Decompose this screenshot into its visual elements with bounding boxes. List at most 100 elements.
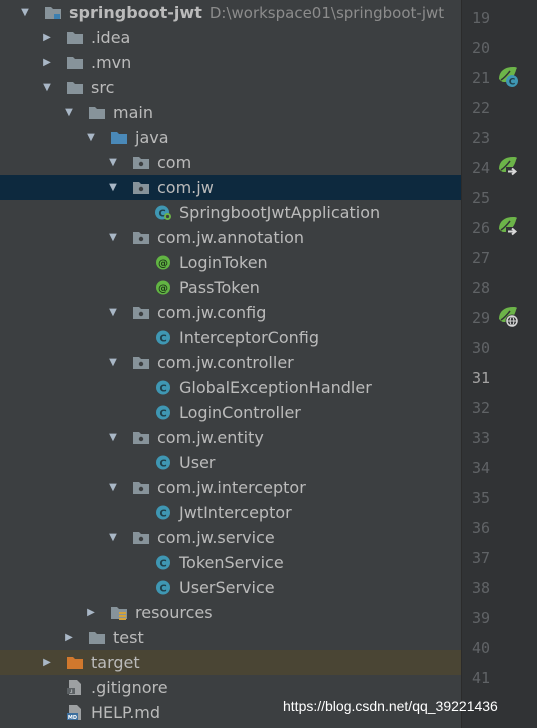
chevron-down-icon[interactable]: ▼ xyxy=(106,525,120,550)
tree-node[interactable]: ▶ .idea xyxy=(0,25,461,50)
tree-node[interactable]: @ PassToken xyxy=(0,275,461,300)
project-path: D:\workspace01\springboot-jwt xyxy=(209,4,445,22)
excluded-folder-icon xyxy=(66,654,84,671)
tree-node-text: com.jw.entity xyxy=(157,428,264,447)
spring-web-endpoint-icon[interactable] xyxy=(496,305,520,329)
chevron-down-icon[interactable]: ▼ xyxy=(106,175,120,200)
tree-node-label: springboot-jwt D:\workspace01\springboot-… xyxy=(69,0,444,25)
line-number: 23 xyxy=(471,129,490,147)
tree-node[interactable]: ▼ com.jw.controller xyxy=(0,350,461,375)
tree-node[interactable]: ▼ springboot-jwt D:\workspace01\springboot… xyxy=(0,0,461,25)
tree-node-label: PassToken xyxy=(179,275,260,300)
tree-node-text: UserService xyxy=(179,578,275,597)
tree-node[interactable]: C GlobalExceptionHandler xyxy=(0,375,461,400)
tree-node-text: com.jw xyxy=(157,178,214,197)
chevron-right-icon[interactable]: ▶ xyxy=(40,25,54,50)
line-number: 37 xyxy=(471,549,490,567)
chevron-down-icon[interactable]: ▼ xyxy=(106,425,120,450)
class-icon: C xyxy=(154,579,172,596)
chevron-right-icon[interactable]: ▶ xyxy=(84,600,98,625)
tree-node[interactable]: C LoginController xyxy=(0,400,461,425)
class-icon: C xyxy=(154,379,172,396)
tree-node-text: JwtInterceptor xyxy=(179,503,292,522)
tree-node[interactable]: C InterceptorConfig xyxy=(0,325,461,350)
chevron-right-icon[interactable]: ▶ xyxy=(40,50,54,75)
folder-icon xyxy=(88,629,106,646)
tree-node[interactable]: .i .gitignore xyxy=(0,675,461,700)
line-number: 32 xyxy=(471,399,490,417)
folder-icon xyxy=(66,79,84,96)
package-icon xyxy=(132,479,150,496)
tree-node[interactable]: C SpringbootJwtApplication xyxy=(0,200,461,225)
tree-node-label: com.jw.service xyxy=(157,525,275,550)
tree-node[interactable]: ▼ java xyxy=(0,125,461,150)
tree-node-label: com.jw xyxy=(157,175,214,200)
tree-node[interactable]: ▼ com.jw.interceptor xyxy=(0,475,461,500)
svg-text:.i: .i xyxy=(70,689,73,695)
tree-node[interactable]: ▼ com.jw.config xyxy=(0,300,461,325)
tree-node[interactable]: ▼ com.jw.entity xyxy=(0,425,461,450)
tree-node-label: .idea xyxy=(91,25,130,50)
line-number: 19 xyxy=(471,9,490,27)
spring-request-mapping-icon[interactable] xyxy=(496,155,520,179)
class-icon: C xyxy=(154,329,172,346)
tree-node-text: com xyxy=(157,153,192,172)
tree-node[interactable]: ▼ com.jw xyxy=(0,175,461,200)
line-number: 20 xyxy=(471,39,490,57)
package-icon xyxy=(132,429,150,446)
tree-node-label: com.jw.annotation xyxy=(157,225,304,250)
chevron-right-icon[interactable]: ▶ xyxy=(62,625,76,650)
chevron-down-icon[interactable]: ▼ xyxy=(106,300,120,325)
chevron-down-icon[interactable]: ▼ xyxy=(40,75,54,100)
chevron-right-icon[interactable]: ▶ xyxy=(40,650,54,675)
tree-node-label: .gitignore xyxy=(91,675,168,700)
chevron-down-icon[interactable]: ▼ xyxy=(84,125,98,150)
gitignore-file-icon: .i xyxy=(66,679,84,696)
spring-request-mapping-icon[interactable] xyxy=(496,215,520,239)
tree-node[interactable]: ▶ target xyxy=(0,650,461,675)
tree-node[interactable]: ▼ com xyxy=(0,150,461,175)
tree-node[interactable]: ▼ main xyxy=(0,100,461,125)
tree-node[interactable]: ▶ .mvn xyxy=(0,50,461,75)
tree-node[interactable]: ▼ com.jw.annotation xyxy=(0,225,461,250)
tree-node-text: com.jw.service xyxy=(157,528,275,547)
package-icon xyxy=(132,179,150,196)
tree-node-text: com.jw.config xyxy=(157,303,267,322)
chevron-down-icon[interactable]: ▼ xyxy=(106,475,120,500)
markdown-file-icon: MD xyxy=(66,704,84,721)
folder-icon xyxy=(66,29,84,46)
svg-text:C: C xyxy=(159,334,166,345)
chevron-down-icon[interactable]: ▼ xyxy=(106,350,120,375)
chevron-down-icon[interactable]: ▼ xyxy=(18,0,32,25)
line-number: 41 xyxy=(471,669,490,687)
tree-node[interactable]: C TokenService xyxy=(0,550,461,575)
tree-node-text: com.jw.controller xyxy=(157,353,294,372)
tree-node-label: com.jw.controller xyxy=(157,350,294,375)
line-number: 36 xyxy=(471,519,490,537)
chevron-down-icon[interactable]: ▼ xyxy=(106,225,120,250)
line-number: 21 xyxy=(471,69,490,87)
chevron-down-icon[interactable]: ▼ xyxy=(62,100,76,125)
tree-node[interactable]: @ LoginToken xyxy=(0,250,461,275)
class-icon: C xyxy=(154,554,172,571)
line-number: 30 xyxy=(471,339,490,357)
tree-node[interactable]: C User xyxy=(0,450,461,475)
tree-node[interactable]: ▼ com.jw.service xyxy=(0,525,461,550)
tree-node-label: com.jw.config xyxy=(157,300,266,325)
folder-icon xyxy=(66,54,84,71)
tree-node[interactable]: ▼ src xyxy=(0,75,461,100)
annotation-icon: @ xyxy=(154,279,172,296)
spring-bean-class-icon[interactable]: C xyxy=(496,65,520,89)
project-tree: ▼ springboot-jwt D:\workspace01\springboot… xyxy=(0,0,461,728)
tree-node[interactable]: C UserService xyxy=(0,575,461,600)
chevron-down-icon[interactable]: ▼ xyxy=(106,150,120,175)
tree-node[interactable]: C JwtInterceptor xyxy=(0,500,461,525)
tree-node-text: main xyxy=(113,103,153,122)
tree-node-label: com xyxy=(157,150,191,175)
tree-node[interactable]: ▶ test xyxy=(0,625,461,650)
tree-node[interactable]: ▶ resources xyxy=(0,600,461,625)
tree-node-label: java xyxy=(135,125,169,150)
tool-window-splitter[interactable] xyxy=(461,0,468,728)
tree-node-label: GlobalExceptionHandler xyxy=(179,375,372,400)
svg-text:C: C xyxy=(159,509,166,520)
